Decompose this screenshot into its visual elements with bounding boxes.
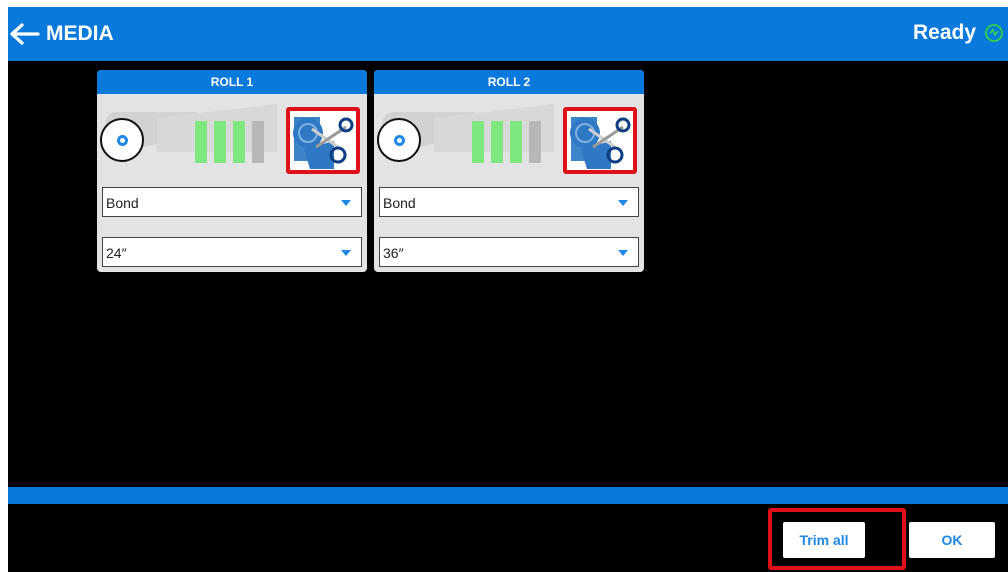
status-label: Ready [912,21,976,44]
roll-card-1: ROLL 1 Bond 24″ [97,70,367,272]
media-type-select[interactable]: Bond [102,187,362,217]
roll-spool-icon [377,118,421,162]
roll-card-2: ROLL 2 Bond 36″ [374,70,644,272]
bottom-divider-bar [8,487,1008,504]
scissors-trim-icon [293,117,354,169]
roll-title: ROLL 1 [97,70,367,94]
media-width-value: 36″ [383,245,404,261]
media-width-select[interactable]: 36″ [379,237,639,267]
media-screen: MEDIA Ready ROLL 1 Bond 24″ ROLL 2 Bond … [8,7,1008,572]
media-width-select[interactable]: 24″ [102,237,362,267]
level-bar [491,121,503,163]
media-type-value: Bond [383,195,416,211]
level-bar [252,121,264,163]
level-bar [510,121,522,163]
trim-roll-button[interactable] [286,107,360,174]
media-type-value: Bond [106,195,139,211]
ok-button[interactable]: OK [909,522,995,558]
page-title: MEDIA [46,22,114,45]
chevron-down-icon [341,250,351,256]
top-bar: MEDIA Ready [8,7,1008,61]
chevron-down-icon [618,200,628,206]
level-bar [214,121,226,163]
media-level-indicator [195,121,264,163]
level-bar [233,121,245,163]
trim-roll-button[interactable] [563,107,637,174]
trim-all-button[interactable]: Trim all [783,522,865,558]
media-type-select[interactable]: Bond [379,187,639,217]
arrow-left-icon [10,23,40,45]
roll-spool-icon [100,118,144,162]
ready-clock-icon [985,24,1003,42]
back-button[interactable]: MEDIA [10,19,114,49]
media-level-indicator [472,121,541,163]
level-bar [195,121,207,163]
chevron-down-icon [341,200,351,206]
chevron-down-icon [618,250,628,256]
roll-title: ROLL 2 [374,70,644,94]
printer-status: Ready [913,21,1004,45]
media-width-value: 24″ [106,245,127,261]
level-bar [472,121,484,163]
level-bar [529,121,541,163]
scissors-trim-icon [570,117,631,169]
